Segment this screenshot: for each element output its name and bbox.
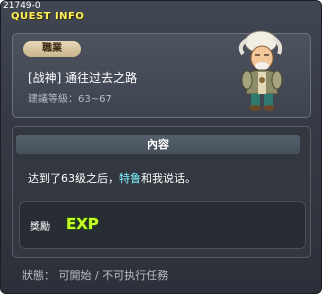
exp-text: EXP <box>66 215 99 232</box>
reward-label: 獎勵 <box>30 222 50 233</box>
status-separator: ： <box>44 269 59 282</box>
npc-name-link[interactable]: 特鲁 <box>119 172 141 185</box>
quest-id: 21749-0 <box>3 1 41 11</box>
level-range: 63~67 <box>78 94 112 105</box>
content-header: 內容 <box>16 135 300 154</box>
job-badge: 職業 <box>23 41 81 57</box>
status-value: 可開始 / 不可执行任務 <box>58 269 169 282</box>
quest-status: 狀態： 可開始 / 不可执行任務 <box>22 267 168 283</box>
quest-level: 建議等級：63~67 <box>28 90 112 105</box>
description-text-after: 和我说话。 <box>141 172 196 185</box>
exp-icon: EXP <box>65 214 99 232</box>
level-label: 建議等級 <box>28 94 68 105</box>
quest-description: 达到了63级之后，特鲁和我说话。 <box>28 170 196 186</box>
npc-portrait <box>238 30 283 111</box>
window-title: QUEST INFO <box>11 11 85 22</box>
description-text-before: 达到了63级之后， <box>28 172 119 185</box>
reward-box <box>19 201 306 249</box>
status-label: 狀態 <box>22 269 44 282</box>
quest-info-window: 21749-0 QUEST INFO 職業 [战神] 通往过去之路 建議等級：6… <box>0 0 322 294</box>
level-separator: ： <box>68 94 78 105</box>
quest-name: [战神] 通往过去之路 <box>28 71 138 85</box>
